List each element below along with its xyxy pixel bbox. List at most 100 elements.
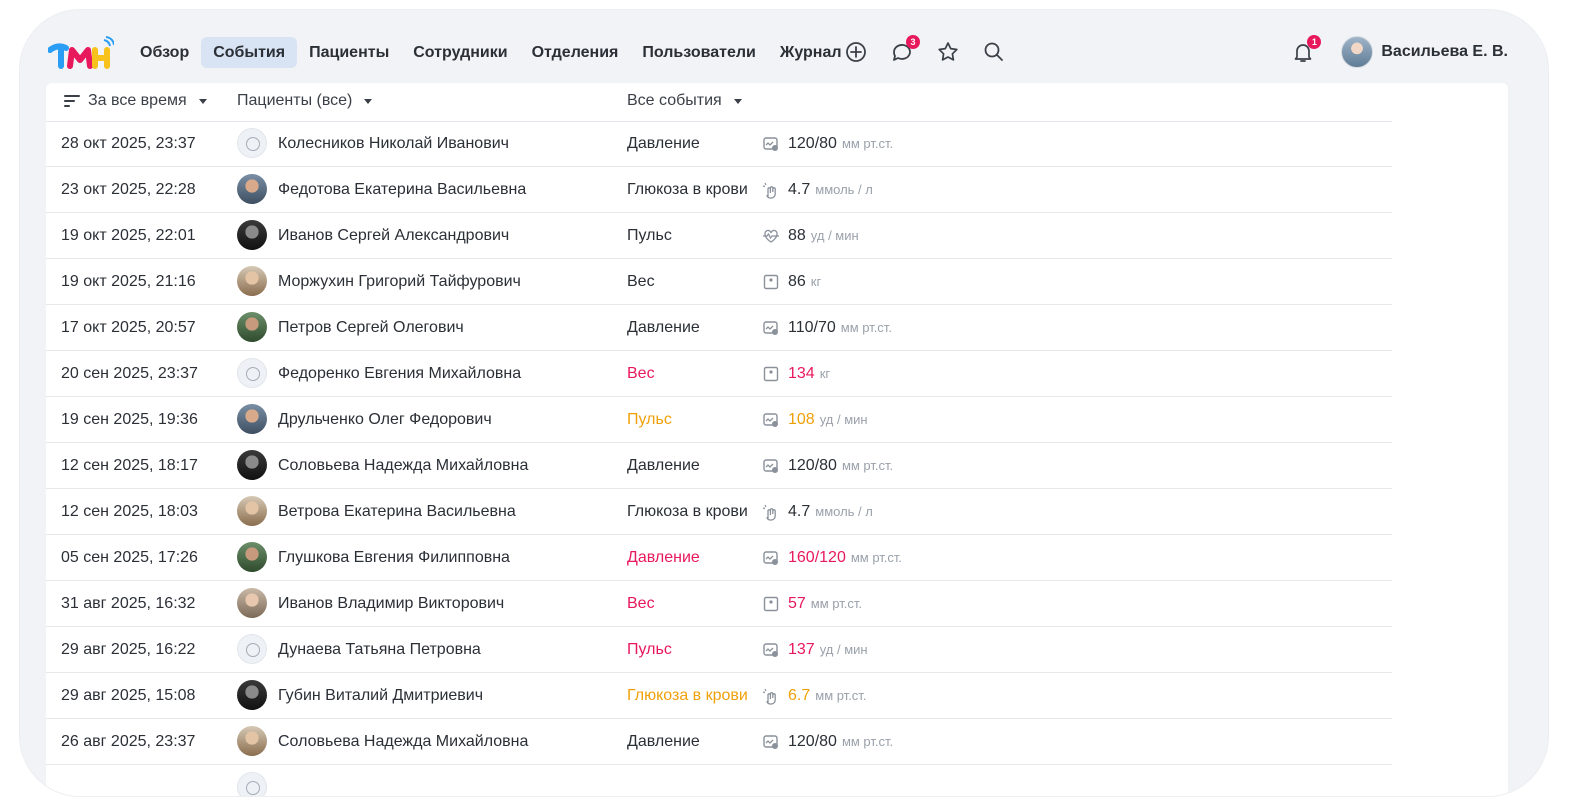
measurement: 137 уд / мин (788, 641, 868, 659)
event-type: Пульс (627, 227, 672, 244)
event-row[interactable]: 29 авг 2025, 16:22 Дунаева Татьяна Петров… (46, 627, 1392, 673)
measurement-value: 137 (788, 641, 815, 658)
patients-filter[interactable]: Пациенты (все) (237, 92, 373, 110)
measurement-unit: мм рт.ст. (841, 136, 894, 151)
event-row[interactable]: 29 авг 2025, 15:08 Губин Виталий Дмитриев… (46, 673, 1392, 719)
measurement-value: 86 (788, 273, 806, 290)
patient-name[interactable]: Соловьева Надежда Михайловна (278, 457, 528, 475)
event-row[interactable]: 17 окт 2025, 20:57 Петров Сергей Олегович… (46, 305, 1392, 351)
nav-item[interactable]: Обзор (128, 37, 201, 68)
patient-name[interactable]: Федоренко Евгения Михайловна (278, 365, 521, 383)
event-row[interactable]: 20 сен 2025, 23:37 Федоренко Евгения Миха… (46, 351, 1392, 397)
event-type: Пульс (627, 411, 672, 428)
measurement: 6.7 мм рт.ст. (788, 687, 866, 705)
period-filter[interactable]: За все время (64, 92, 207, 110)
measurement-value: 57 (788, 595, 806, 612)
event-row[interactable]: 19 окт 2025, 22:01 Иванов Сергей Александ… (46, 213, 1392, 259)
events-list: 28 окт 2025, 23:37 Колесников Николай Ива… (46, 121, 1392, 796)
add-circle-icon[interactable] (844, 40, 868, 64)
measurement-value: 120/80 (788, 733, 837, 750)
measurement-unit: уд / мин (819, 642, 868, 657)
nav-item[interactable]: Пользователи (630, 37, 767, 68)
chevron-down-icon (733, 98, 742, 104)
patient-avatar (237, 680, 267, 710)
patient-name[interactable]: Соловьева Надежда Михайловна (278, 733, 528, 751)
event-row-partial (46, 765, 1392, 796)
patient-name[interactable]: Губин Виталий Дмитриевич (278, 687, 483, 705)
event-row[interactable]: 28 окт 2025, 23:37 Колесников Николай Ива… (46, 121, 1392, 167)
measurement: 88 уд / мин (788, 227, 859, 245)
events-panel: За все время Пациенты (все) Все события … (46, 83, 1508, 796)
measurement-value: 6.7 (788, 687, 811, 704)
pressure-icon (762, 457, 780, 475)
patient-name[interactable]: Иванов Сергей Александрович (278, 227, 509, 245)
chat-icon[interactable]: 3 (890, 35, 920, 64)
heart-rate-icon (762, 227, 780, 245)
patient-avatar (237, 128, 267, 158)
event-date: 23 окт 2025, 22:28 (61, 181, 196, 198)
notifications-bell-icon[interactable]: 1 (1291, 35, 1322, 64)
patient-avatar (237, 174, 267, 204)
event-date: 19 окт 2025, 21:16 (61, 273, 196, 290)
user-avatar[interactable] (1341, 36, 1374, 68)
event-row[interactable]: 31 авг 2025, 16:32 Иванов Владимир Виктор… (46, 581, 1392, 627)
patient-name[interactable]: Дунаева Татьяна Петровна (278, 641, 481, 659)
event-row[interactable]: 19 окт 2025, 21:16 Моржухин Григорий Тайф… (46, 259, 1392, 305)
patient-name[interactable]: Моржухин Григорий Тайфурович (278, 273, 521, 291)
scale-icon (762, 595, 780, 613)
event-type: Давление (627, 549, 700, 566)
period-filter-label: За все время (88, 92, 187, 109)
star-icon[interactable] (936, 40, 960, 64)
user-name[interactable]: Васильева Е. В. (1381, 43, 1508, 61)
event-type: Глюкоза в крови (627, 181, 748, 198)
patient-name[interactable]: Петров Сергей Олегович (278, 319, 464, 337)
event-type: Давление (627, 733, 700, 750)
pressure-icon (762, 733, 780, 751)
nav-item[interactable]: Сотрудники (401, 37, 519, 68)
pressure-icon (762, 135, 780, 153)
event-date: 20 сен 2025, 23:37 (61, 365, 198, 382)
measurement: 57 мм рт.ст. (788, 595, 862, 613)
nav-item[interactable]: Пациенты (297, 37, 401, 68)
event-date: 29 авг 2025, 15:08 (61, 687, 196, 704)
glucose-icon (762, 181, 780, 199)
patient-avatar (237, 772, 267, 796)
patient-avatar (237, 588, 267, 618)
patient-avatar (237, 220, 267, 250)
app-logo[interactable] (48, 36, 114, 70)
patient-avatar (237, 450, 267, 480)
event-row[interactable]: 05 сен 2025, 17:26 Глушкова Евгения Филип… (46, 535, 1392, 581)
scale-icon (762, 365, 780, 383)
event-row[interactable]: 23 окт 2025, 22:28 Федотова Екатерина Вас… (46, 167, 1392, 213)
nav-item[interactable]: Журнал (768, 37, 854, 68)
patient-name[interactable]: Колесников Николай Иванович (278, 135, 509, 153)
event-row[interactable]: 12 сен 2025, 18:17 Соловьева Надежда Миха… (46, 443, 1392, 489)
measurement-unit: мм рт.ст. (850, 550, 903, 565)
nav-item[interactable]: События (201, 37, 298, 68)
patient-name[interactable]: Ветрова Екатерина Васильевна (278, 503, 516, 521)
patient-name[interactable]: Федотова Екатерина Васильевна (278, 181, 526, 199)
patients-filter-label: Пациенты (все) (237, 92, 353, 109)
event-row[interactable]: 19 сен 2025, 19:36 Друльченко Олег Федоро… (46, 397, 1392, 443)
measurement-unit: ммоль / л (815, 182, 873, 197)
events-filter-label: Все события (627, 92, 722, 109)
nav-item[interactable]: Отделения (520, 37, 631, 68)
events-filter[interactable]: Все события (627, 92, 742, 110)
chevron-down-icon (198, 98, 207, 104)
glucose-icon (762, 687, 780, 705)
sort-icon (64, 94, 80, 108)
pressure-icon (762, 641, 780, 659)
event-row[interactable]: 26 авг 2025, 23:37 Соловьева Надежда Миха… (46, 719, 1392, 765)
chat-badge: 3 (906, 35, 920, 49)
patient-avatar (237, 404, 267, 434)
event-date: 31 авг 2025, 16:32 (61, 595, 196, 612)
patient-name[interactable]: Глушкова Евгения Филипповна (278, 549, 510, 567)
measurement: 120/80 мм рт.ст. (788, 457, 893, 475)
nav-actions: 3 (844, 35, 1006, 64)
search-icon[interactable] (982, 40, 1006, 64)
measurement-value: 4.7 (788, 181, 811, 198)
patient-name[interactable]: Иванов Владимир Викторович (278, 595, 504, 613)
event-row[interactable]: 12 сен 2025, 18:03 Ветрова Екатерина Васи… (46, 489, 1392, 535)
patient-name[interactable]: Друльченко Олег Федорович (278, 411, 492, 429)
chevron-down-icon (364, 98, 373, 104)
